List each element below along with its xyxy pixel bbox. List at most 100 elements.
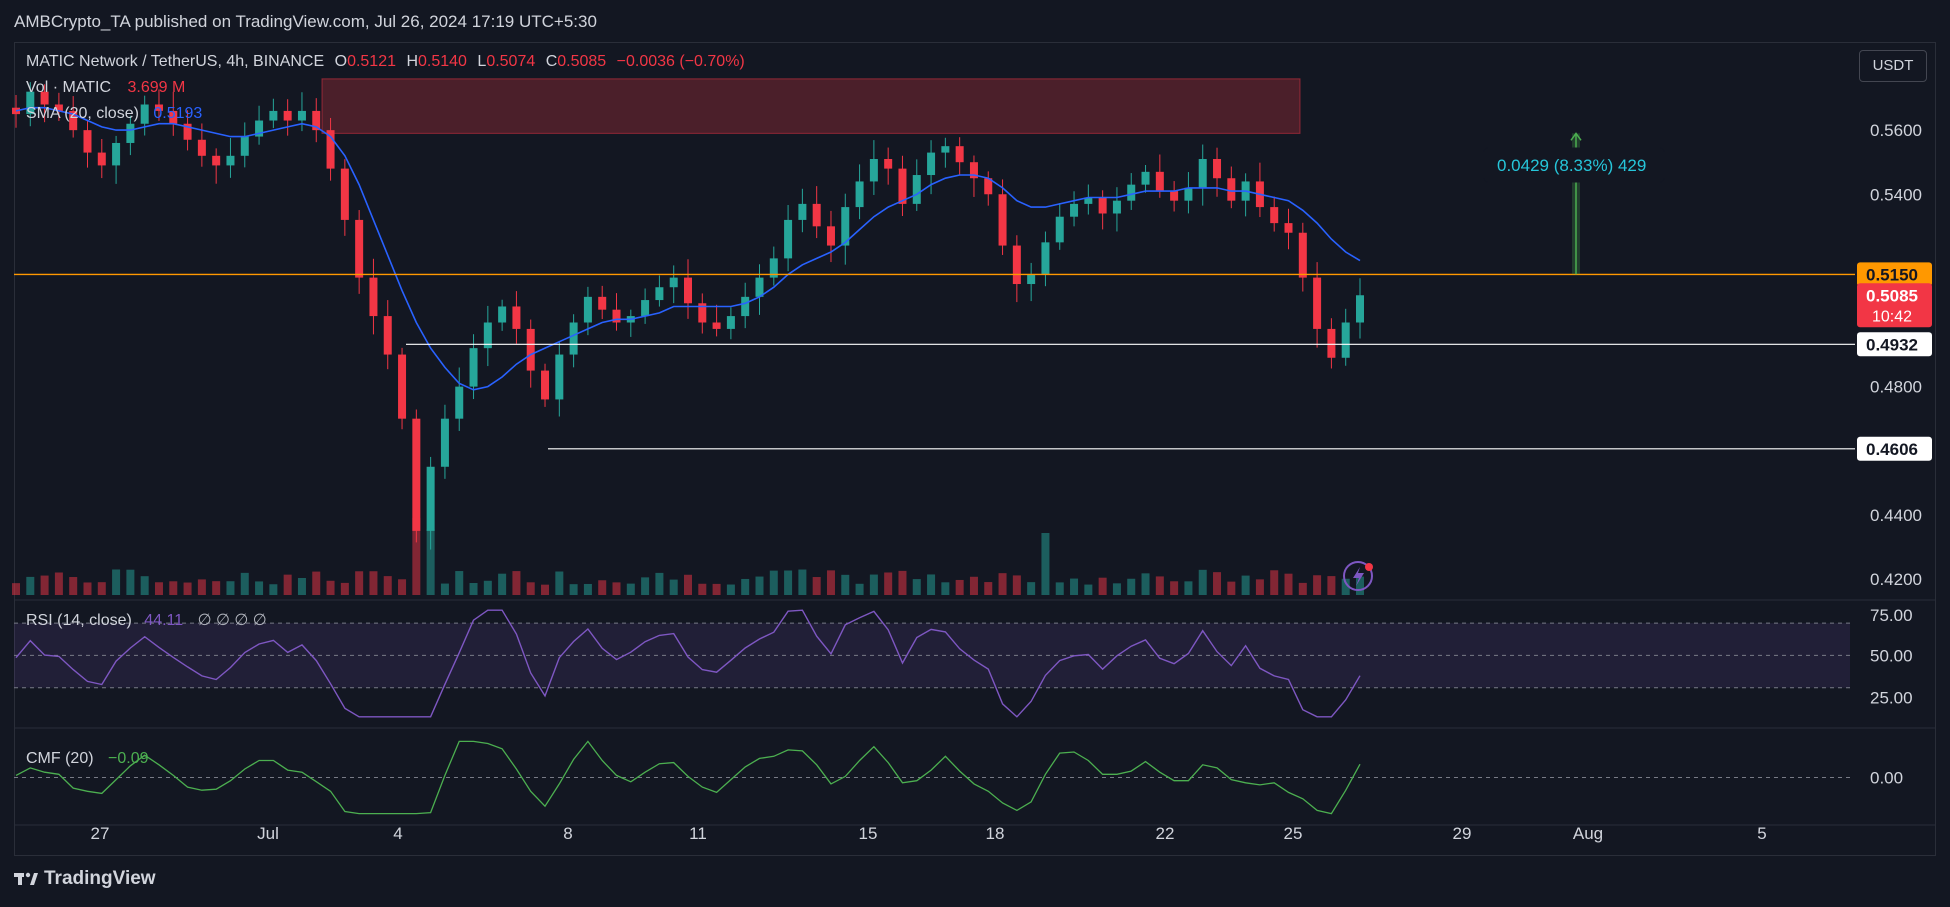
candle-body [741, 296, 750, 317]
volume-bar [140, 576, 149, 595]
volume-bar [169, 581, 178, 595]
candle-body [512, 306, 521, 329]
rsi-legend[interactable]: RSI (14, close) 44.11 ∅ ∅ ∅ ∅ [26, 610, 273, 630]
close-value: 0.5085 [557, 53, 607, 70]
rsi-label: RSI (14, close) [26, 612, 132, 629]
resistance-zone [322, 78, 1300, 134]
volume-bar [1112, 583, 1121, 595]
candle-body [583, 296, 592, 323]
candle-body [1213, 159, 1222, 179]
candle-body [426, 466, 435, 531]
candle-body [1041, 242, 1050, 275]
price-axis-label: 0.4606 [1866, 440, 1918, 459]
volume-bar [969, 576, 978, 595]
sma-line [15, 106, 1361, 391]
symbol-title: MATIC Network / TetherUS, 4h, BINANCE [26, 53, 325, 70]
price-axis-label: 0.5150 [1866, 265, 1918, 284]
chart-canvas[interactable]: 0.58000.56000.54000.48000.44000.42000.04… [0, 0, 1950, 907]
volume-bar [1241, 575, 1250, 595]
volume-bar [212, 581, 221, 595]
candle-body [1327, 328, 1336, 358]
volume-bar [26, 576, 35, 595]
candle-body [455, 386, 464, 419]
candle-body [598, 296, 607, 310]
volume-bar [440, 583, 449, 595]
volume-bar [612, 582, 621, 595]
cmf-value: −0.09 [108, 750, 149, 767]
volume-bar [1127, 578, 1136, 595]
volume-bar [655, 572, 664, 595]
sma-legend[interactable]: SMA (20, close) 0.5193 [26, 105, 208, 123]
high-label: H [406, 53, 419, 70]
candle-body [1170, 191, 1179, 201]
price-axis-label: 0.4932 [1866, 335, 1918, 354]
time-axis-tick: 4 [393, 824, 402, 843]
candle-body [955, 146, 964, 163]
volume-bar [769, 570, 778, 595]
candle-body [269, 110, 278, 121]
candle-body [726, 316, 735, 329]
candle-body [684, 277, 692, 304]
candle-body [369, 277, 378, 317]
sma-value: 0.5193 [153, 105, 203, 122]
volume-bar [526, 582, 535, 595]
price-axis-tick: 0.5600 [1870, 121, 1922, 140]
currency-button[interactable]: USDT [1859, 50, 1927, 82]
rsi-axis-tick: 75.00 [1870, 606, 1913, 625]
candle-body [569, 322, 578, 355]
candle-body [240, 136, 249, 156]
time-axis-tick: 18 [986, 824, 1005, 843]
volume-bar [1055, 582, 1064, 595]
volume-bar [1098, 577, 1107, 595]
volume-bar [340, 582, 349, 595]
candle-body [1198, 159, 1207, 188]
candle-body [412, 418, 421, 531]
price-axis-tick: 0.4400 [1870, 506, 1922, 525]
open-value: 0.5121 [347, 53, 396, 70]
volume-bar [383, 576, 392, 595]
volume-bar [1198, 569, 1207, 595]
volume-bar [54, 572, 63, 595]
candle-body [1341, 322, 1350, 358]
time-axis-tick: 15 [859, 824, 878, 843]
volume-bar [1027, 582, 1036, 595]
candle-body [884, 159, 893, 169]
candle-body [1184, 187, 1193, 201]
candle-body [197, 139, 206, 156]
candle-body [869, 159, 878, 182]
low-value: 0.5074 [486, 53, 536, 70]
candle-body [297, 110, 306, 121]
low-label: L [477, 53, 487, 70]
volume-bar [1041, 533, 1050, 595]
volume-bar [269, 584, 278, 595]
tradingview-logo-icon [14, 871, 38, 887]
candle-body [669, 277, 678, 288]
candle-body [1298, 232, 1307, 278]
candle-body [912, 175, 921, 204]
candle-body [340, 168, 349, 220]
volume-bar [312, 571, 321, 595]
change-value: −0.0036 (−0.70%) [616, 53, 745, 70]
time-axis-tick: 27 [91, 824, 110, 843]
volume-bar [955, 579, 964, 595]
candle-body [383, 316, 392, 355]
volume-bar [1084, 584, 1093, 595]
cmf-legend[interactable]: CMF (20) −0.09 [26, 750, 155, 768]
candle-body [226, 155, 235, 166]
candle-body [1027, 274, 1036, 285]
candle-body [855, 181, 864, 208]
volume-bar [941, 582, 950, 595]
volume-bar [641, 577, 650, 595]
candle-body [1356, 295, 1364, 323]
volume-bar [1213, 572, 1222, 595]
volume-bar [455, 571, 464, 595]
time-axis-tick: 29 [1453, 824, 1472, 843]
volume-bar [469, 582, 478, 595]
volume-legend[interactable]: Vol · MATIC 3.699 M [26, 79, 191, 97]
candle-body [212, 155, 221, 166]
candle-body [398, 354, 407, 419]
footer-brand[interactable]: TradingView [14, 868, 156, 890]
volume-bar [1284, 573, 1293, 595]
volume-bar [855, 583, 864, 595]
price-axis-tick: 0.4200 [1870, 570, 1922, 589]
